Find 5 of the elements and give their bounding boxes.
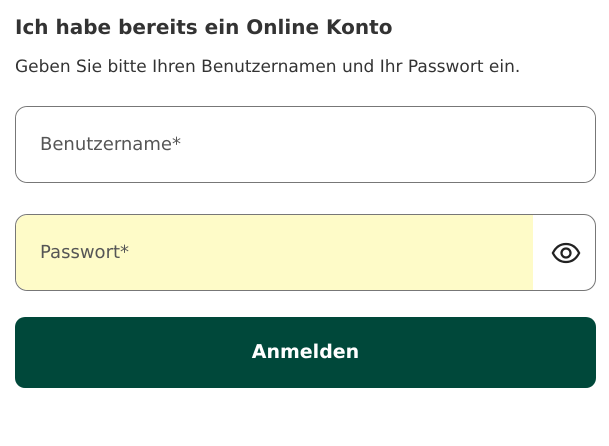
instruction-text: Geben Sie bitte Ihren Benutzernamen und Ihr Passwort ein.	[15, 56, 522, 79]
password-field[interactable]: Passwort*	[15, 214, 596, 291]
login-button[interactable]: Anmelden	[15, 317, 596, 388]
form-heading: Ich habe bereits ein Online Konto	[15, 14, 394, 41]
username-field[interactable]: Benutzername*	[15, 106, 596, 183]
